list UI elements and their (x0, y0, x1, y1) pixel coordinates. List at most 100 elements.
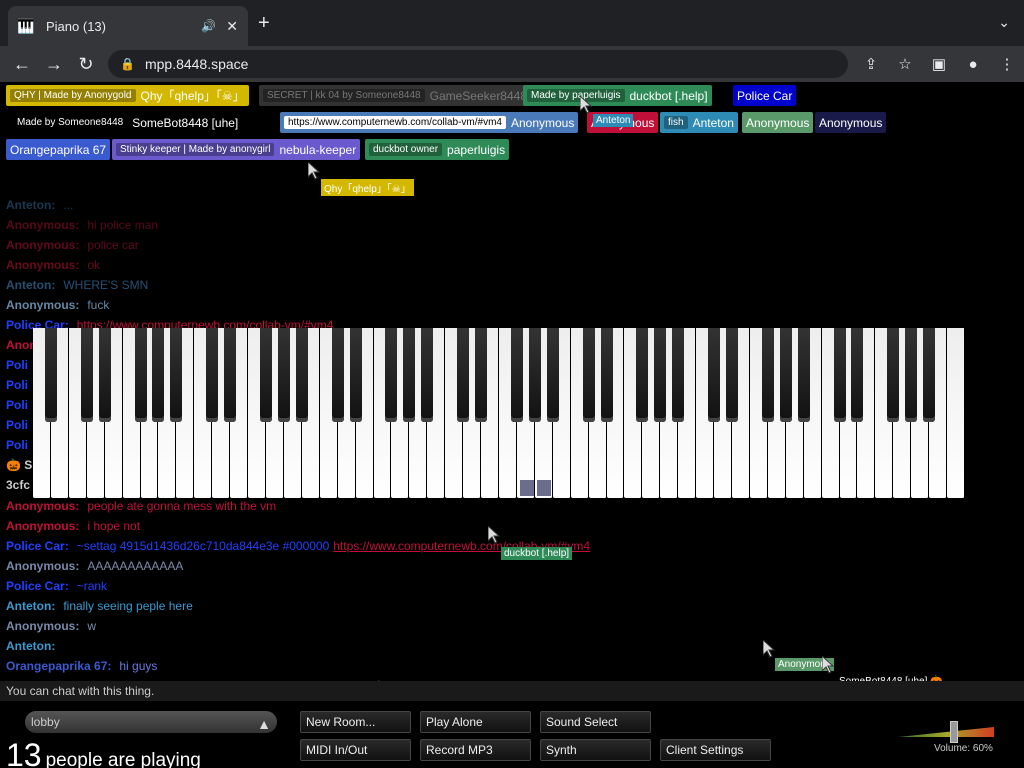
black-key[interactable] (421, 328, 434, 422)
black-key[interactable] (708, 328, 721, 422)
black-key[interactable] (905, 328, 918, 422)
black-key[interactable] (582, 328, 595, 422)
black-key[interactable] (833, 328, 846, 422)
player-tag: Made by Someone8448 (13, 116, 128, 129)
volume-slider[interactable]: Volume: 60% (898, 721, 994, 761)
player-badge[interactable]: https://www.computernewb.com/collab-vm/#… (280, 112, 579, 133)
player-badge[interactable]: SECRET | kk 04 by Someone8448 GameSeeker8… (259, 85, 532, 106)
chat-log-lower: Anonymous: people ate gonna mess with the… (6, 496, 706, 676)
close-icon[interactable]: ✕ (226, 18, 238, 35)
volume-knob[interactable] (950, 721, 958, 743)
chat-author: Anonymous: (6, 218, 80, 232)
chat-text: hi police man (87, 218, 159, 232)
chat-author: Anteton: (6, 198, 56, 212)
black-key[interactable] (654, 328, 667, 422)
black-key[interactable] (475, 328, 488, 422)
black-key[interactable] (98, 328, 111, 422)
player-badge[interactable]: QHY | Made by Anonygold Qhy「qhelp」「☠」 (6, 85, 249, 106)
player-name: SomeBot8448 [uhe] (132, 115, 239, 130)
chat-text: ... (63, 198, 74, 212)
client-settings-button[interactable]: Client Settings (660, 739, 771, 761)
new-room-button[interactable]: New Room... (300, 711, 411, 733)
lock-icon[interactable]: 🔒 (120, 57, 135, 71)
chat-message: Anonymous: ok (6, 255, 706, 275)
chevron-down-icon[interactable]: ⌄ (998, 14, 1010, 31)
browser-tab[interactable]: 🎹 Piano (13) 🔊 ✕ (8, 6, 248, 46)
cursor-arrow-icon (487, 524, 501, 544)
cursor-arrow-icon (762, 638, 776, 658)
profile-icon[interactable]: ● (956, 56, 990, 73)
up-arrow-icon[interactable]: ▲ (257, 713, 271, 735)
black-key[interactable] (779, 328, 792, 422)
black-key[interactable] (600, 328, 613, 422)
url-input[interactable]: 🔒 mpp.8448.space (108, 50, 848, 78)
black-key[interactable] (349, 328, 362, 422)
player-badge[interactable]: Anonymous (742, 112, 814, 133)
back-icon[interactable]: ← (6, 54, 38, 75)
chat-message: Anteton: (6, 636, 706, 656)
player-badge[interactable]: fish Anteton (660, 112, 738, 133)
black-key[interactable] (331, 328, 344, 422)
player-name: nebula-keeper (279, 142, 357, 157)
record-mp3-button[interactable]: Record MP3 (420, 739, 531, 761)
black-key[interactable] (457, 328, 470, 422)
black-key[interactable] (206, 328, 219, 422)
black-key[interactable] (528, 328, 541, 422)
black-key[interactable] (134, 328, 147, 422)
player-badge[interactable]: Orangepaprika 67 (6, 139, 111, 160)
black-key[interactable] (277, 328, 290, 422)
play-alone-button[interactable]: Play Alone (420, 711, 531, 733)
reload-icon[interactable]: ↻ (70, 54, 102, 75)
black-key[interactable] (295, 328, 308, 422)
chat-message: Anonymous: hi police man (6, 215, 706, 235)
black-key[interactable] (923, 328, 936, 422)
black-key[interactable] (636, 328, 649, 422)
black-key[interactable] (726, 328, 738, 422)
midi-button[interactable]: MIDI In/Out (300, 739, 411, 761)
room-name: lobby (31, 715, 60, 729)
black-key[interactable] (851, 328, 864, 422)
black-key[interactable] (152, 328, 165, 422)
sidepanel-icon[interactable]: ▣ (922, 55, 956, 73)
share-icon[interactable]: ⇪ (854, 55, 888, 73)
black-key[interactable] (510, 328, 523, 422)
chat-input[interactable]: You can chat with this thing. (0, 681, 1024, 701)
black-key[interactable] (224, 328, 237, 422)
player-tag: fish (664, 116, 688, 129)
player-badge[interactable]: duckbot owner paperluigis (365, 139, 510, 160)
black-key[interactable] (672, 328, 685, 422)
forward-icon[interactable]: → (38, 54, 70, 75)
piano-keyboard[interactable] (33, 328, 965, 498)
black-key[interactable] (403, 328, 416, 422)
bottom-controls: lobby ▲ 13 people are playing New Room...… (0, 701, 1024, 768)
black-key[interactable] (44, 328, 57, 422)
new-tab-icon[interactable]: + (258, 12, 270, 35)
room-select[interactable]: lobby ▲ (25, 711, 277, 733)
synth-button[interactable]: Synth (540, 739, 651, 761)
star-icon[interactable]: ☆ (888, 55, 922, 73)
player-badge[interactable]: Police Car (733, 85, 797, 106)
black-key[interactable] (546, 328, 559, 422)
black-key[interactable] (80, 328, 93, 422)
white-key[interactable] (947, 328, 965, 498)
player-tag: https://www.computernewb.com/collab-vm/#… (284, 116, 506, 129)
tab-title: Piano (13) (46, 18, 106, 34)
black-key[interactable] (887, 328, 900, 422)
player-badge[interactable]: Made by Someone8448 SomeBot8448 [uhe] (9, 112, 243, 133)
chat-message: Anonymous: police car (6, 235, 706, 255)
player-badge[interactable]: Made by paperluigis duckbot [.help] (523, 85, 712, 106)
player-badge[interactable]: Stinky keeper | Made by anonygirl nebula-… (112, 139, 361, 160)
sound-select-button[interactable]: Sound Select (540, 711, 651, 733)
player-count-label: people are playing (45, 750, 201, 768)
black-key[interactable] (385, 328, 398, 422)
black-key[interactable] (170, 328, 183, 422)
speaker-icon[interactable]: 🔊 (201, 19, 216, 33)
black-key[interactable] (260, 328, 272, 422)
black-key[interactable] (761, 328, 774, 422)
player-badge[interactable]: Anonymous (815, 112, 887, 133)
black-key[interactable] (797, 328, 810, 422)
player-count: 13 people are playing (6, 737, 201, 768)
player-name: Qhy「qhelp」「☠」 (140, 89, 245, 103)
menu-icon[interactable]: ⋮ (990, 55, 1024, 73)
chat-text: w (87, 619, 97, 633)
